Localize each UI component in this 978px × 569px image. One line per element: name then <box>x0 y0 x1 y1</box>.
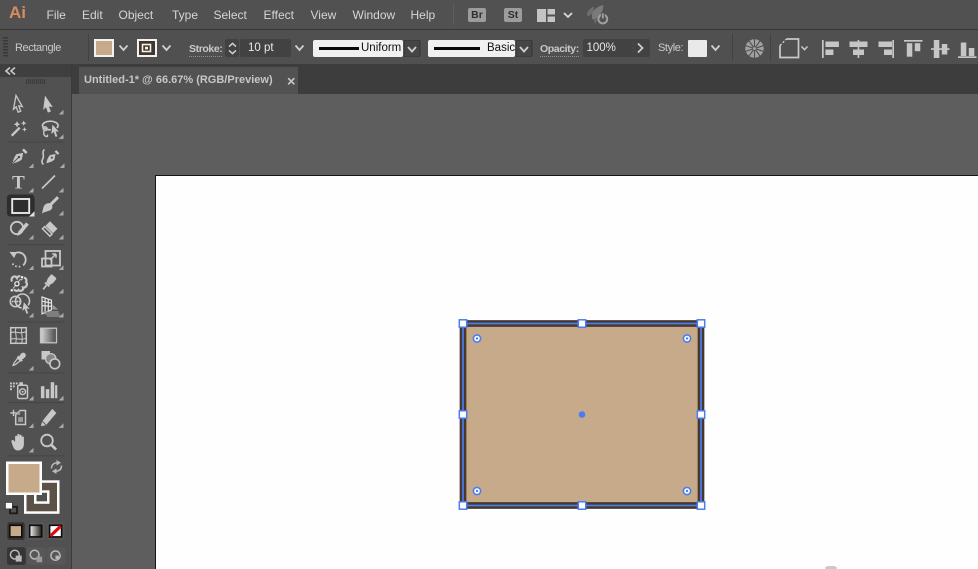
svg-text:T: T <box>12 173 25 194</box>
